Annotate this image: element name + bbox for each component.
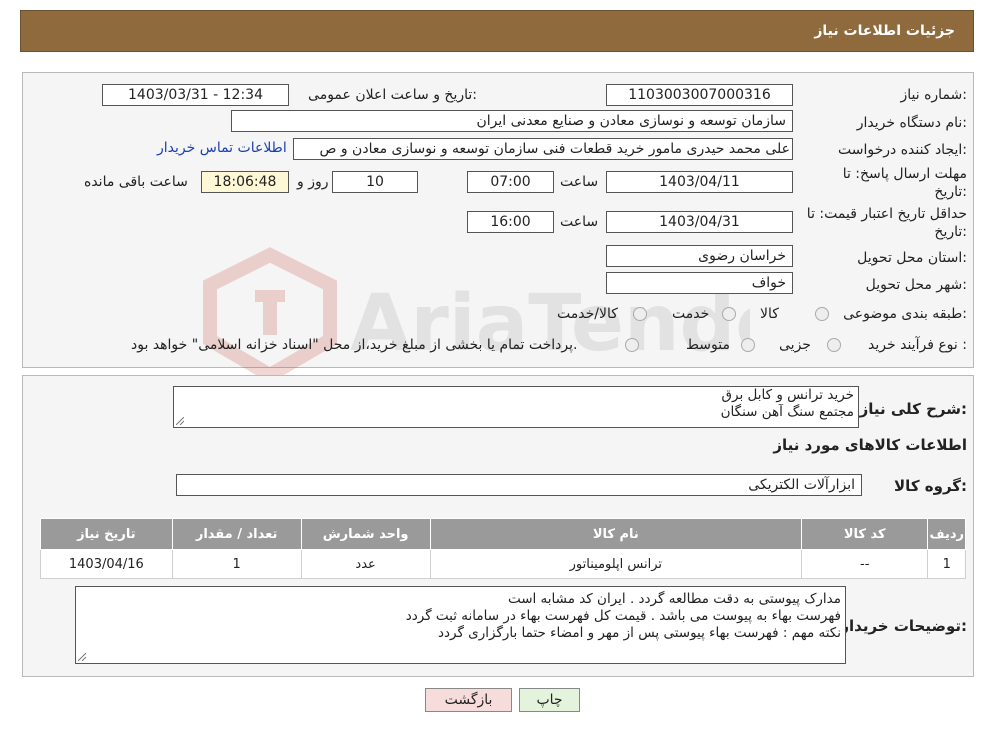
process-medium-radio[interactable]: [741, 338, 755, 352]
deadline-date-field: 1403/04/11: [606, 171, 793, 193]
col-goods-name: نام کالا: [429, 518, 802, 550]
resize-grip-icon[interactable]: [78, 653, 86, 661]
city-label: شهر محل تحویل:: [865, 277, 967, 293]
col-row-number: ردیف: [927, 518, 966, 550]
col-quantity: تعداد / مقدار: [171, 518, 302, 550]
note-line-3: نکته مهم : فهرست بهاء پیوستی پس از مهر و…: [437, 625, 841, 641]
summary-label: شرح کلی نیاز:: [859, 400, 967, 418]
process-minor-label: جزیی: [779, 337, 811, 353]
table-header-row: ردیف کد کالا نام کالا واحد شمارش تعداد /…: [40, 518, 966, 550]
page-title: جزئیات اطلاعات نیاز: [814, 23, 955, 39]
summary-line-2: مجتمع سنگ آهن سنگان: [720, 404, 854, 420]
note-line-2: فهرست بهاء به پیوست می باشد . قیمت کل فه…: [405, 608, 841, 624]
buyer-org-label: نام دستگاه خریدار:: [856, 115, 967, 131]
validity-time-field: 16:00: [467, 211, 554, 233]
treasury-payment-note: پرداخت تمام یا بخشی از مبلغ خرید،از محل …: [131, 337, 578, 353]
remaining-time-field: 18:06:48: [201, 171, 289, 193]
cell-need-date: 1403/04/16: [40, 549, 173, 579]
announce-date-label: تاریخ و ساعت اعلان عمومی:: [308, 87, 477, 103]
category-service-label: خدمت: [672, 306, 710, 322]
treasury-note-radio[interactable]: [625, 338, 639, 352]
requester-label: ایجاد کننده درخواست:: [838, 142, 967, 158]
category-label: طبقه بندی موضوعی:: [843, 306, 967, 322]
validity-time-label: ساعت: [560, 214, 599, 230]
buyer-notes-textarea[interactable]: مدارک پیوستی به دقت مطالعه گردد . ایران …: [75, 586, 846, 664]
col-need-date: تاریخ نیاز: [40, 518, 173, 550]
goods-section-title: اطلاعات کالاهای مورد نیاز: [773, 436, 967, 454]
cell-goods-name: ترانس اپلومیناتور: [429, 549, 802, 579]
need-number-label: شماره نیاز:: [900, 87, 967, 103]
resize-grip-icon[interactable]: [176, 417, 184, 425]
print-button[interactable]: چاپ: [519, 688, 580, 712]
cell-quantity: 1: [171, 549, 302, 579]
buyer-notes-label: توضیحات خریدار:: [840, 617, 967, 635]
announce-date-field: 1403/03/31 - 12:34: [102, 84, 289, 106]
requester-field: علی محمد حیدری مامور خرید قطعات فنی سازم…: [293, 138, 793, 160]
buyer-contact-link[interactable]: اطلاعات تماس خریدار: [157, 140, 287, 156]
goods-group-field: ابزارآلات الکتریکی: [176, 474, 862, 496]
validity-date-field: 1403/04/31: [606, 211, 793, 233]
province-field: خراسان رضوی: [606, 245, 793, 267]
note-line-1: مدارک پیوستی به دقت مطالعه گردد . ایران …: [507, 591, 841, 607]
cell-row-number: 1: [927, 549, 966, 579]
category-service-radio[interactable]: [722, 307, 736, 321]
cell-unit: عدد: [300, 549, 431, 579]
summary-textarea[interactable]: خرید ترانس و کابل برق مجتمع سنگ آهن سنگا…: [173, 386, 859, 428]
cell-goods-code: --: [800, 549, 929, 579]
process-medium-label: متوسط: [686, 337, 730, 353]
category-goods-service-radio[interactable]: [633, 307, 647, 321]
deadline-time-field: 07:00: [467, 171, 554, 193]
col-unit: واحد شمارش: [300, 518, 431, 550]
process-minor-radio[interactable]: [827, 338, 841, 352]
deadline-label-date: تاریخ:: [934, 184, 967, 200]
deadline-label: مهلت ارسال پاسخ: تا: [842, 166, 967, 182]
goods-group-label: گروه کالا:: [894, 477, 967, 495]
city-field: خواف: [606, 272, 793, 294]
remaining-time-label: ساعت باقی مانده: [84, 174, 188, 190]
category-goods-service-label: کالا/خدمت: [557, 306, 618, 322]
buyer-org-field: سازمان توسعه و نوسازی معادن و صنایع معدن…: [231, 110, 793, 132]
back-button[interactable]: بازگشت: [425, 688, 512, 712]
table-row: 1 -- ترانس اپلومیناتور عدد 1 1403/04/16: [40, 549, 966, 579]
province-label: استان محل تحویل:: [857, 250, 967, 266]
category-goods-label: کالا: [760, 306, 779, 322]
days-label: روز و: [297, 174, 329, 190]
category-goods-radio[interactable]: [815, 307, 829, 321]
need-number-field: 1103003007000316: [606, 84, 793, 106]
deadline-time-label: ساعت: [560, 174, 599, 190]
process-type-label: نوع فرآیند خرید :: [868, 337, 967, 353]
goods-table: ردیف کد کالا نام کالا واحد شمارش تعداد /…: [40, 518, 966, 579]
summary-line-1: خرید ترانس و کابل برق: [721, 387, 854, 403]
validity-label-date: تاریخ:: [934, 224, 967, 240]
days-remaining-field: 10: [332, 171, 418, 193]
validity-label: حداقل تاریخ اعتبار قیمت: تا: [806, 206, 967, 222]
col-goods-code: کد کالا: [800, 518, 929, 550]
page-header: جزئیات اطلاعات نیاز: [20, 10, 974, 52]
